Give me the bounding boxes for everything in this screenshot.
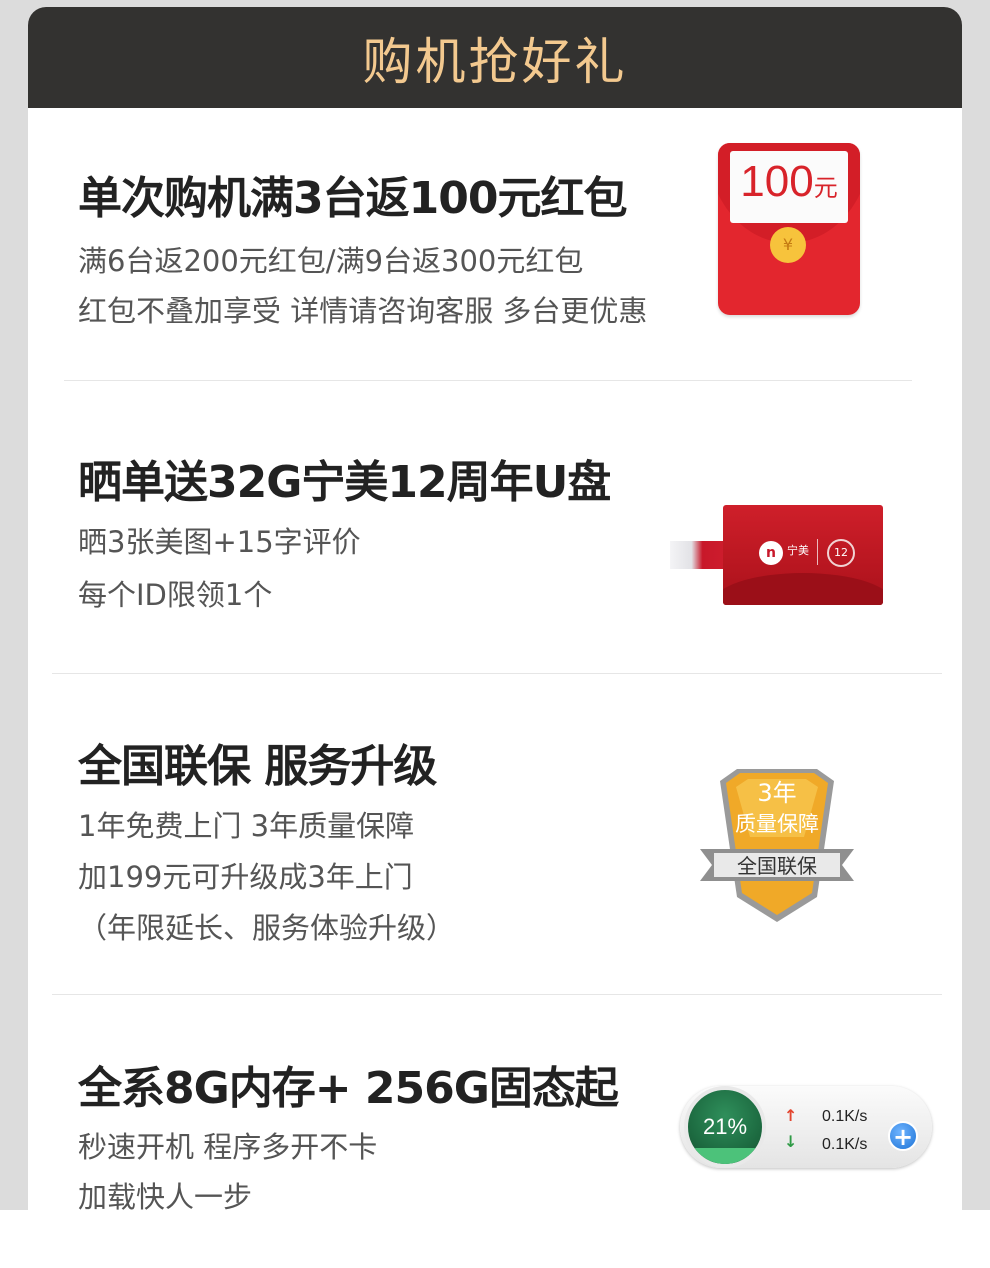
section-text: 每个ID限领1个 (78, 578, 273, 612)
warranty-shield-icon: 3年 质量保障 全国联保 (692, 757, 862, 927)
upload-speed: 0.1K/s (822, 1108, 868, 1125)
shield-ribbon: 全国联保 (737, 854, 817, 878)
section-divider (52, 673, 942, 674)
plus-icon: + (888, 1121, 918, 1151)
shield-line2: 质量保障 (735, 812, 819, 836)
usb-brand: 宁美 (787, 544, 809, 557)
section-title: 晒单送32G宁美12周年U盘 (78, 457, 611, 508)
section-text: 红包不叠加享受 详情请咨询客服 多台更优惠 (78, 294, 648, 328)
section-text: 加载快人一步 (78, 1180, 253, 1214)
section-title: 单次购机满3台返100元红包 (78, 173, 627, 224)
speed-widget: 21% ↑ ↓ 0.1K/s 0.1K/s + (680, 1086, 932, 1168)
brand-logo-icon: n (759, 541, 783, 565)
download-arrow-icon: ↓ (784, 1132, 798, 1151)
section-text: 1年免费上门 3年质量保障 (78, 809, 415, 843)
section-text: （年限延长、服务体验升级） (78, 911, 456, 945)
section-title: 全国联保 服务升级 (78, 741, 437, 792)
coin-icon: ¥ (770, 227, 806, 263)
section-divider (52, 994, 942, 995)
anniversary-badge: 12 (827, 539, 855, 567)
memory-usage-percent: 21% (702, 1114, 748, 1139)
red-envelope-image: 100元 ¥ (718, 143, 860, 315)
memory-usage-fill (688, 1148, 762, 1164)
promo-header: 购机抢好礼 (28, 7, 962, 108)
page-frame: 购机抢好礼 单次购机满3台返100元红包 满6台返200元红包/满9台返300元… (0, 0, 990, 1214)
memory-usage-ball: 21% (684, 1086, 766, 1168)
section-title: 全系8G内存+ 256G固态起 (78, 1063, 619, 1114)
envelope-amount-value: 100 (740, 157, 814, 206)
envelope-amount: 100元 (730, 157, 848, 207)
section-text: 秒速开机 程序多开不卡 (78, 1130, 378, 1164)
section-text: 加199元可升级成3年上门 (78, 860, 413, 894)
section-text: 晒3张美图+15字评价 (78, 525, 361, 559)
usb-wave-decoration (723, 573, 883, 605)
envelope-unit: 元 (813, 175, 838, 202)
section-text: 满6台返200元红包/满9台返300元红包 (78, 244, 584, 278)
download-speed: 0.1K/s (822, 1136, 868, 1153)
shield-line1: 3年 (757, 779, 796, 807)
usb-separator (817, 539, 818, 565)
section-divider (64, 380, 912, 381)
promo-title: 购机抢好礼 (362, 32, 628, 91)
usb-card-image: n 宁美 12 (723, 505, 883, 605)
upload-arrow-icon: ↑ (784, 1106, 798, 1125)
